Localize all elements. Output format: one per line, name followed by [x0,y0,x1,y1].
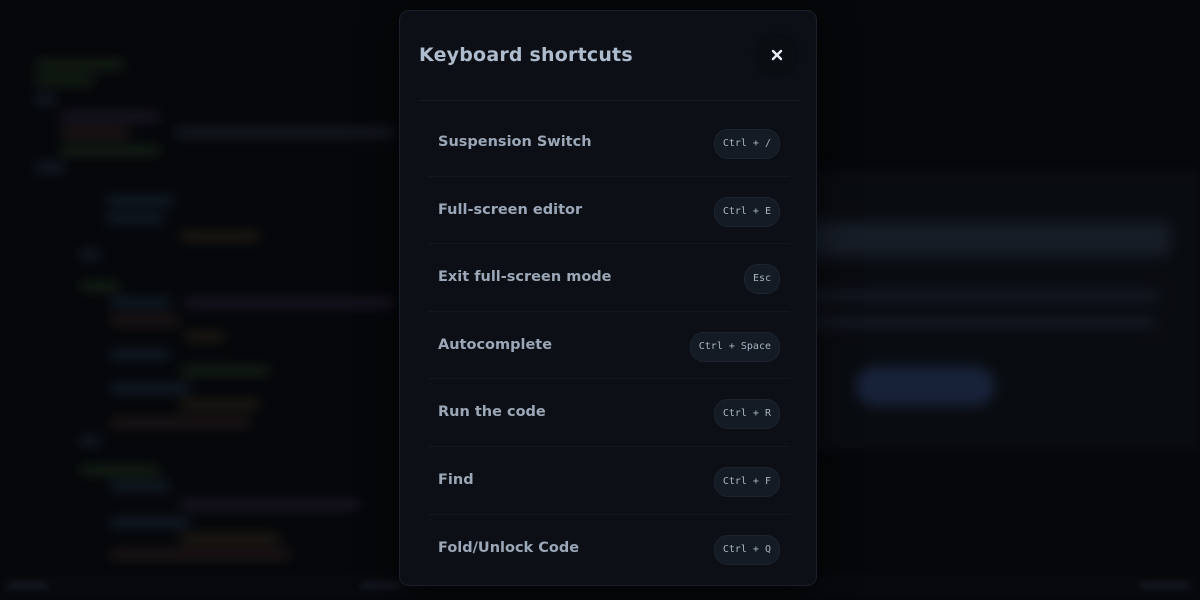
modal-title: Keyboard shortcuts [419,44,633,66]
shortcut-key-badge: Ctrl + Q [713,534,780,565]
shortcut-key-badge: Ctrl + R [713,399,780,430]
shortcut-row-autocomplete: Autocomplete Ctrl + Space [428,312,790,380]
shortcut-label: Exit full-screen mode [438,269,612,286]
shortcut-list: Suspension Switch Ctrl + / Full-screen e… [428,109,790,582]
shortcut-label: Run the code [438,404,546,421]
shortcut-row-full-screen-editor: Full-screen editor Ctrl + E [428,177,790,245]
close-icon [771,49,783,61]
shortcut-label: Autocomplete [438,336,553,353]
shortcut-key-badge: Ctrl + E [713,196,780,227]
shortcut-key-badge: Ctrl + F [713,466,780,497]
shortcut-label: Full-screen editor [438,201,583,218]
shortcut-row-find: Find Ctrl + F [428,447,790,515]
shortcut-label: Find [438,471,474,488]
header-divider [418,100,800,101]
close-button[interactable] [758,36,796,74]
keyboard-shortcuts-modal: Keyboard shortcuts Suspension Switch Ctr… [399,10,817,586]
shortcut-label: Suspension Switch [438,134,592,150]
shortcut-row-suspension-switch: Suspension Switch Ctrl + / [428,109,790,177]
shortcut-key-badge: Esc [743,264,780,295]
shortcut-row-exit-full-screen: Exit full-screen mode Esc [428,244,790,312]
shortcut-row-run-code: Run the code Ctrl + R [428,379,790,447]
shortcut-row-fold-unlock-code: Fold/Unlock Code Ctrl + Q [428,515,790,583]
shortcut-key-badge: Ctrl + / [713,129,780,159]
shortcut-label: Fold/Unlock Code [438,539,580,556]
shortcut-key-badge: Ctrl + Space [689,331,780,362]
